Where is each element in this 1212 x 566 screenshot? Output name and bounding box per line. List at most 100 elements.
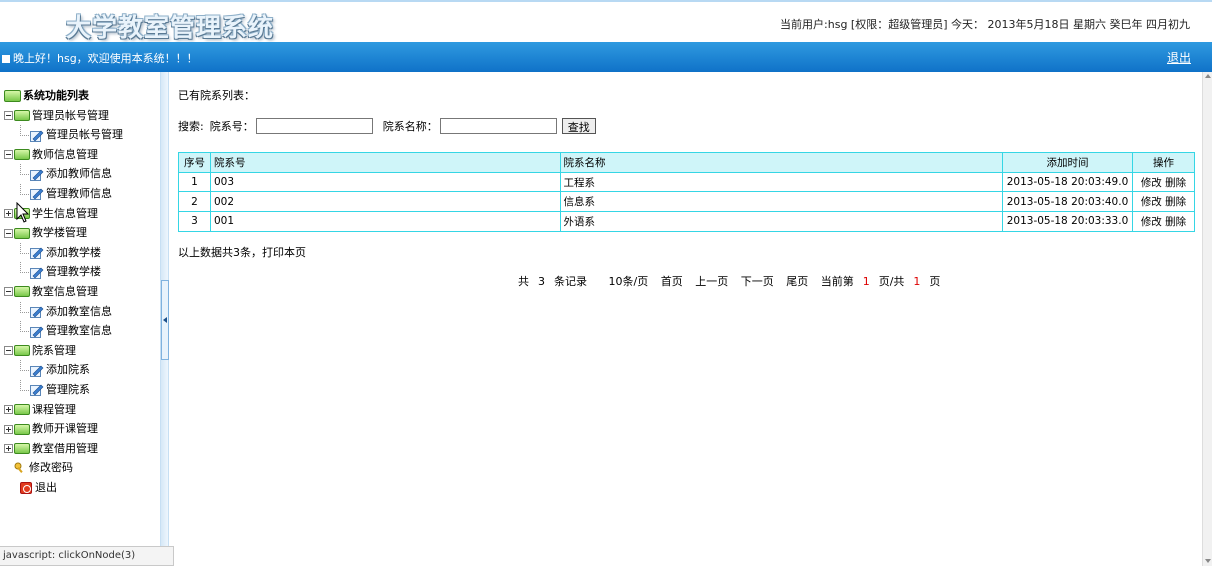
sidebar-item-add-classroom[interactable]: 添加教室信息 [4,301,123,322]
dept-name-label: 院系名称： [382,120,438,133]
col-header-seq: 序号 [178,152,211,173]
summary-text[interactable]: 以上数据共3条，打印本页 [178,244,306,260]
logout-link[interactable]: 退出 [1167,49,1191,66]
expand-icon[interactable] [4,424,13,434]
cell-added-time: 2013-05-18 20:03:33.0 [1002,211,1133,232]
search-form: 搜索: 院系号： 院系名称： 查找 [178,118,596,134]
table-row: 2 002 信息系 2013-05-18 20:03:40.0 修改 删除 [178,191,1196,213]
sidebar-item-add-building[interactable]: 添加教学楼 [4,242,123,263]
sidebar-item-change-password[interactable]: 修改密码 [4,458,123,478]
pencil-icon [30,326,44,338]
collapse-icon[interactable] [4,287,13,297]
user-info: 当前用户:hsg [权限：超级管理员] 今天： 2013年5月18日 星期六 癸… [780,18,1190,31]
cell-dept-id: 002 [209,191,561,213]
folder-icon [14,149,30,161]
collapse-icon[interactable] [4,111,13,121]
cell-dept-name: 工程系 [559,171,1004,193]
pencil-icon [30,247,44,260]
main-content: 已有院系列表： 搜索: 院系号： 院系名称： 查找 序号 院系号 院系名称 添加… [170,72,1202,566]
department-table: 序号 院系号 院系名称 添加时间 操作 1 003 工程系 2013-05-18… [178,152,1196,232]
sidebar-item-courses[interactable]: 课程管理 [4,400,123,420]
sidebar-item-exit[interactable]: 退出 [4,478,123,498]
pencil-icon [30,306,44,319]
tree-root[interactable]: 系统功能列表 [4,86,123,106]
sidebar-item-departments[interactable]: 院系管理 [4,341,123,361]
sidebar-item-label: 学生信息管理 [32,206,98,220]
exit-icon [20,481,32,494]
top-bar: 晚上好！hsg，欢迎使用本系统！！！ 退出 [0,42,1212,72]
folder-icon [14,345,30,357]
pencil-icon [30,130,44,142]
sidebar-item-teacher-courses[interactable]: 教师开课管理 [4,419,123,439]
delete-link[interactable]: 删除 [1165,177,1186,189]
sidebar-item-label: 添加教室信息 [46,304,112,318]
delete-link[interactable]: 删除 [1165,196,1186,208]
dept-id-input[interactable] [255,118,373,134]
total-pre: 共 [518,275,529,288]
pencil-icon [30,169,44,181]
cell-actions: 修改 删除 [1131,171,1196,193]
sidebar-item-classroom-borrow[interactable]: 教室借用管理 [4,439,123,459]
expand-icon[interactable] [4,209,13,219]
sidebar-item-teacher-info[interactable]: 教师信息管理 [4,145,123,165]
sidebar-item-label: 管理教室信息 [46,324,112,338]
sidebar-item-label: 添加院系 [46,363,90,377]
pencil-icon [30,267,44,279]
next-page-link[interactable]: 下一页 [741,275,774,288]
sidebar-item-label: 管理院系 [46,382,90,396]
collapse-sidebar-handle[interactable] [161,280,169,360]
pencil-icon [30,189,44,201]
sidebar-item-label: 教师信息管理 [32,147,98,161]
app-logo: 大学教室管理系统 [66,13,275,42]
edit-link[interactable]: 修改 [1141,216,1162,228]
collapse-icon[interactable] [4,150,13,160]
sidebar-item-manage-classroom[interactable]: 管理教室信息 [4,321,123,341]
scroll-up-icon[interactable] [1205,74,1211,78]
sidebar-item-admin-accounts[interactable]: 管理员帐号管理 [4,106,123,126]
sidebar-item-manage-admin-accounts[interactable]: 管理员帐号管理 [4,125,123,145]
expand-icon[interactable] [4,405,13,414]
greeting-text: 晚上好！hsg，欢迎使用本系统！！！ [13,52,198,65]
sidebar-item-manage-building[interactable]: 管理教学楼 [4,262,123,282]
search-label: 搜索: [178,120,204,133]
col-header-actions: 操作 [1131,152,1196,173]
sidebar-item-label: 管理教师信息 [46,186,112,200]
sidebar-item-add-department[interactable]: 添加院系 [4,360,123,380]
dept-id-label: 院系号： [209,120,254,133]
vertical-scrollbar[interactable] [1202,72,1212,566]
expand-icon[interactable] [4,444,13,454]
sidebar-splitter[interactable] [161,72,169,566]
delete-link[interactable]: 删除 [1165,216,1186,228]
edit-link[interactable]: 修改 [1141,196,1162,208]
folder-icon [14,404,30,415]
cur-post: 页 [929,275,941,288]
folder-icon [14,286,30,298]
collapse-icon[interactable] [4,228,13,238]
last-page-link[interactable]: 尾页 [786,275,808,288]
greeting: 晚上好！hsg，欢迎使用本系统！！！ [0,50,198,66]
folder-icon [14,227,30,239]
square-icon [2,55,10,63]
collapse-icon[interactable] [4,346,13,356]
sidebar-item-label: 管理员帐号管理 [46,128,123,142]
search-button[interactable]: 查找 [561,118,596,134]
col-header-dept-id: 院系号 [209,152,561,173]
pencil-icon [30,384,44,397]
summary-label[interactable]: 以上数据共3条，打印本页 [178,246,306,259]
scroll-down-icon[interactable] [1205,559,1211,563]
sidebar-item-buildings[interactable]: 教学楼管理 [4,223,123,243]
sidebar-item-classrooms[interactable]: 教室信息管理 [4,282,123,302]
table-row: 1 003 工程系 2013-05-18 20:03:49.0 修改 删除 [178,171,1196,193]
sidebar-item-add-teacher[interactable]: 添加教师信息 [4,164,123,184]
sidebar-item-manage-teacher[interactable]: 管理教师信息 [4,183,123,204]
total-pages: 1 [913,275,921,288]
status-bar: javascript: clickOnNode(3) [0,546,174,566]
edit-link[interactable]: 修改 [1141,177,1162,189]
prev-page-link[interactable]: 上一页 [695,275,728,288]
first-page-link[interactable]: 首页 [661,275,683,288]
sidebar-item-manage-department[interactable]: 管理院系 [4,379,123,400]
col-header-dept-name: 院系名称 [559,152,1004,173]
dept-name-input[interactable] [439,118,557,134]
header: 大学教室管理系统 当前用户:hsg [权限：超级管理员] 今天： 2013年5月… [0,0,1212,42]
cell-actions: 修改 删除 [1131,191,1196,213]
